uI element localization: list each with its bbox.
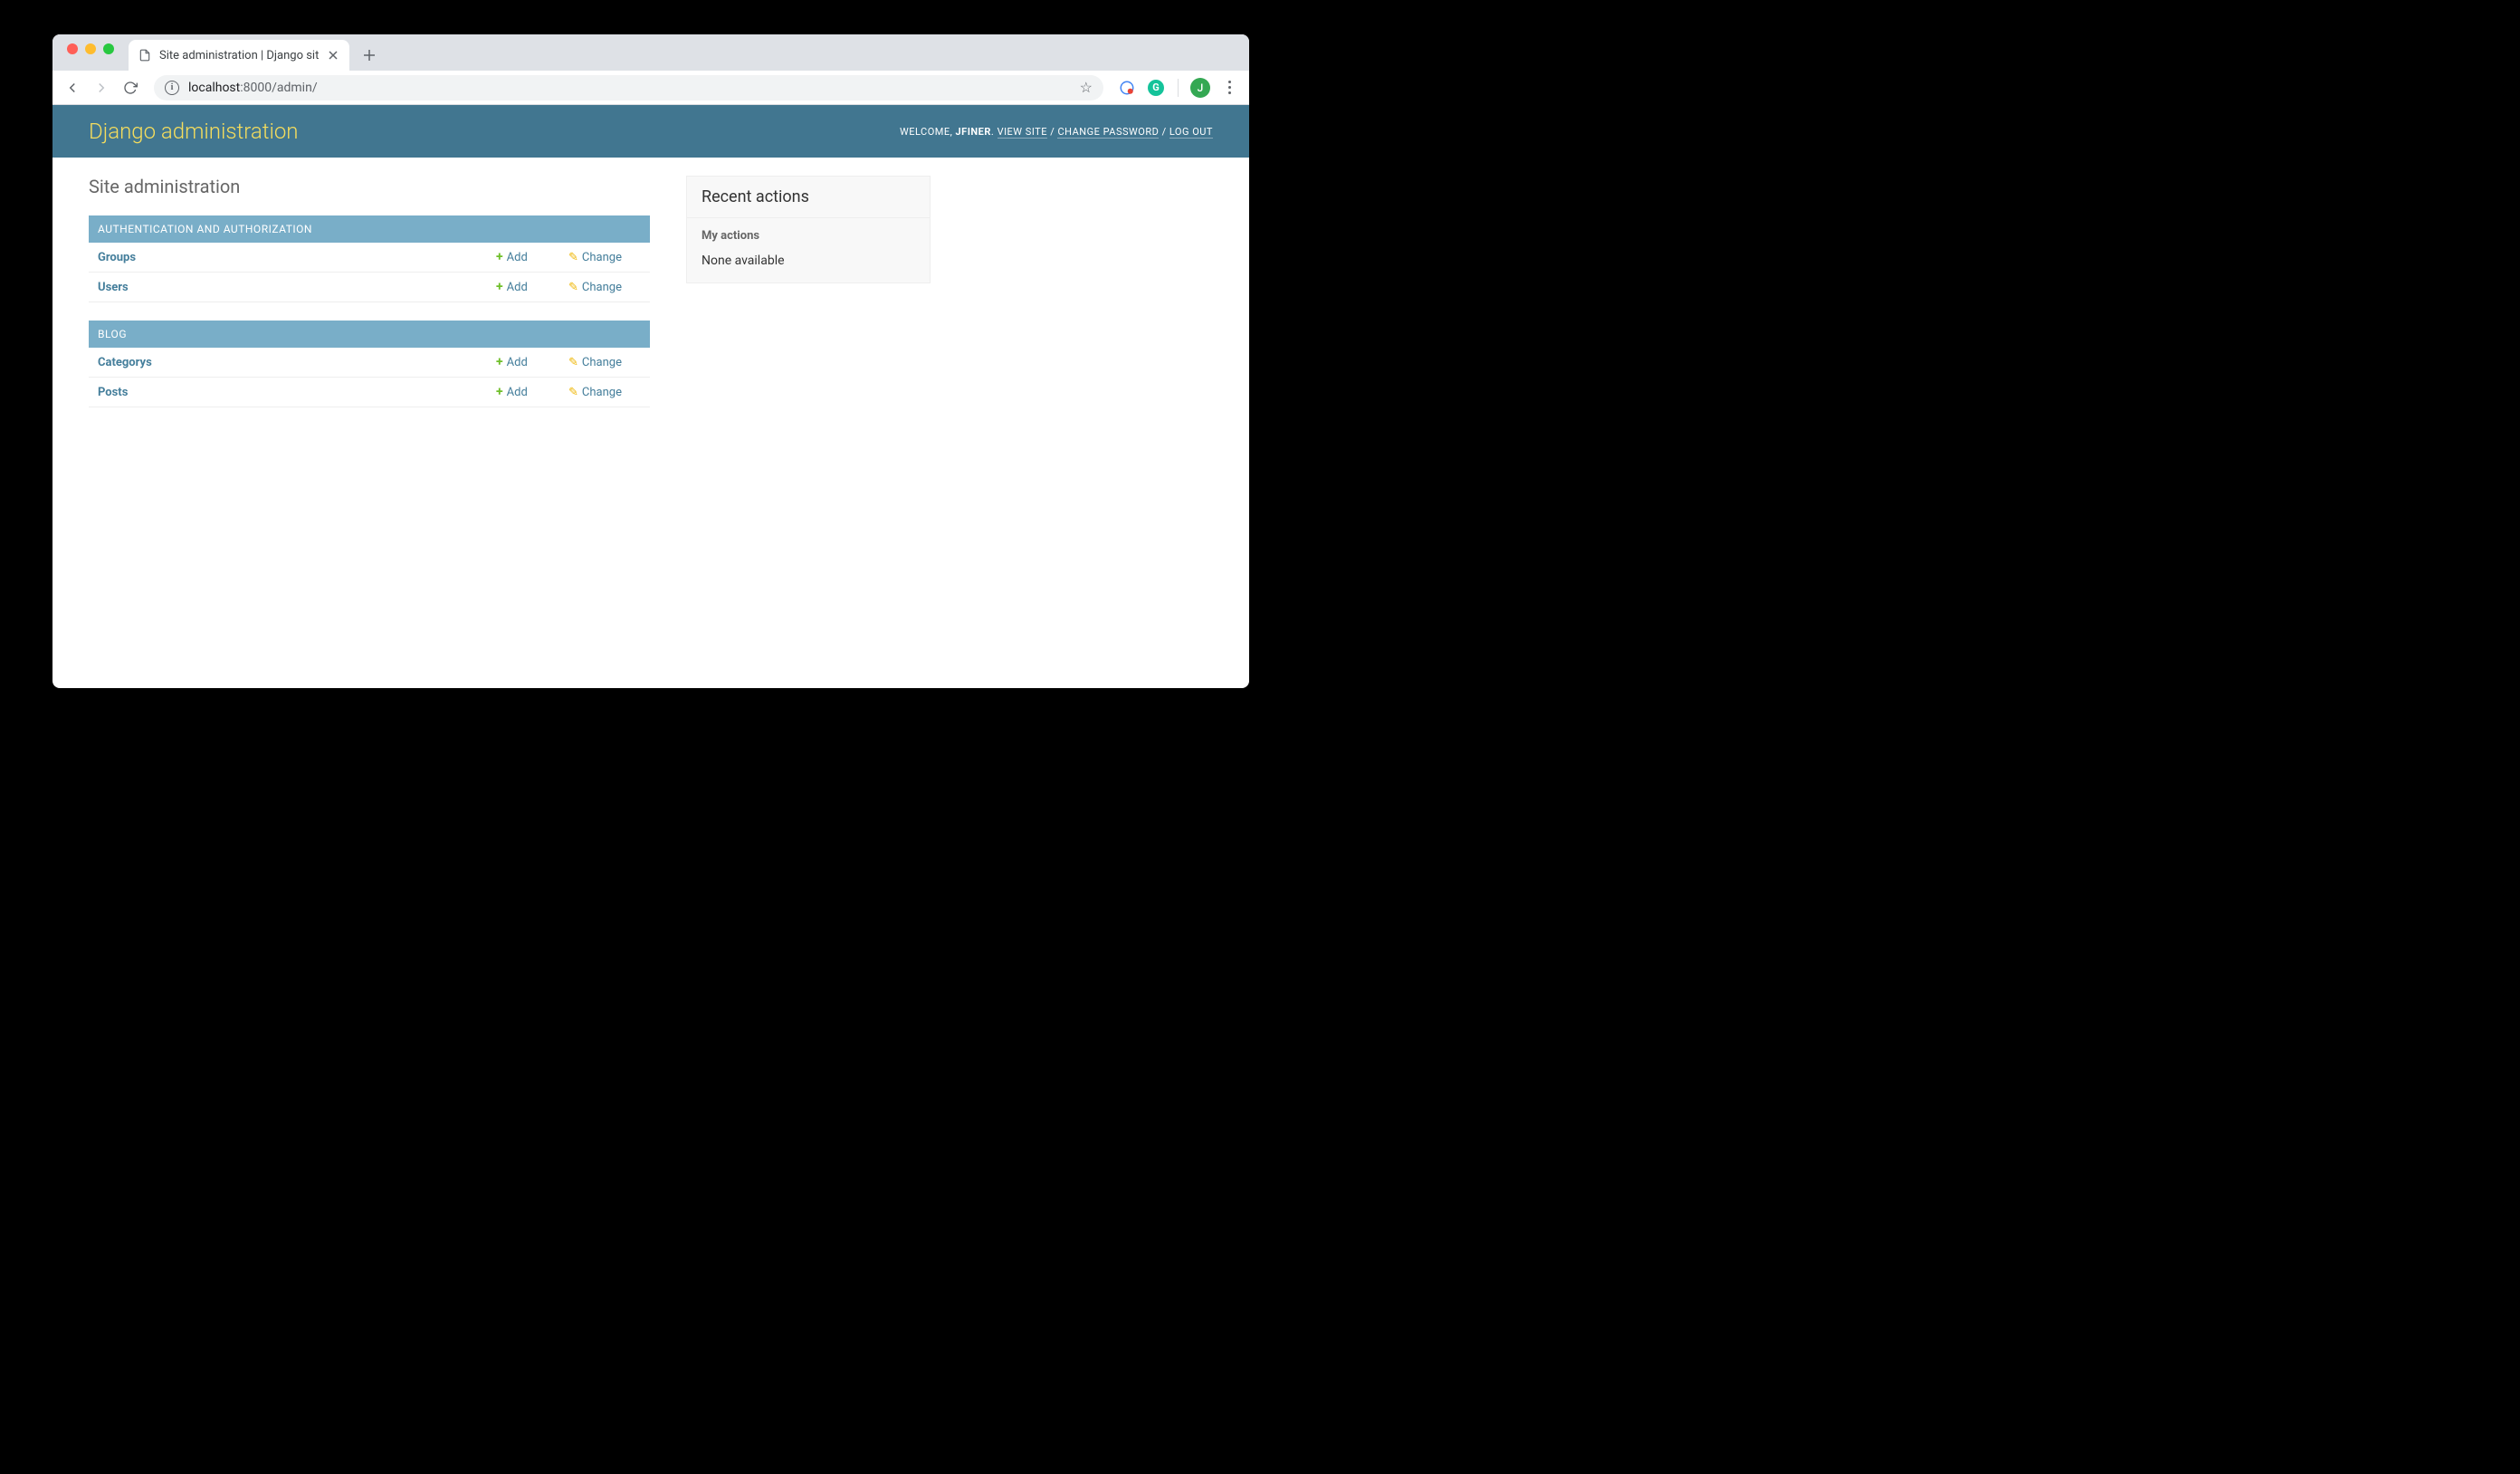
logout-link[interactable]: LOG OUT <box>1169 126 1213 139</box>
extension-icon-2[interactable]: G <box>1145 77 1167 99</box>
bookmark-star-icon[interactable]: ☆ <box>1080 79 1093 96</box>
model-row-users: Users + Add ✎ Change <box>89 273 650 302</box>
browser-toolbar: i localhost:8000/admin/ ☆ G J <box>52 71 1249 105</box>
plus-icon: + <box>496 280 503 294</box>
change-link-posts[interactable]: Change <box>582 386 622 399</box>
recent-actions-none: None available <box>687 248 930 282</box>
welcome-text: WELCOME, <box>900 126 956 138</box>
site-info-icon[interactable]: i <box>165 81 179 95</box>
change-link-users[interactable]: Change <box>582 281 622 294</box>
sidebar-column: Recent actions My actions None available <box>686 176 931 426</box>
tab-title: Site administration | Django sit <box>159 49 319 62</box>
close-tab-button[interactable] <box>326 48 340 62</box>
browser-tab[interactable]: Site administration | Django sit <box>129 40 349 71</box>
model-row-categorys: Categorys + Add ✎ Change <box>89 348 650 378</box>
app-blog: BLOG Categorys + Add ✎ Change Posts + Add ✎… <box>89 321 650 407</box>
plus-icon: + <box>496 355 503 369</box>
back-button[interactable] <box>60 75 85 100</box>
app-caption-auth[interactable]: AUTHENTICATION AND AUTHORIZATION <box>89 215 650 243</box>
change-link-categorys[interactable]: Change <box>582 356 622 369</box>
model-link-posts[interactable]: Posts <box>98 386 128 399</box>
extension-icon-1[interactable] <box>1116 77 1138 99</box>
model-link-categorys[interactable]: Categorys <box>98 356 152 369</box>
main-column: Site administration AUTHENTICATION AND A… <box>89 176 650 426</box>
model-row-groups: Groups + Add ✎ Change <box>89 243 650 273</box>
add-link-categorys[interactable]: Add <box>507 356 528 369</box>
add-link-users[interactable]: Add <box>507 281 528 294</box>
view-site-link[interactable]: VIEW SITE <box>998 126 1047 139</box>
model-link-groups[interactable]: Groups <box>98 251 136 264</box>
username: JFINER <box>956 126 991 138</box>
app-caption-blog[interactable]: BLOG <box>89 321 650 348</box>
pencil-icon: ✎ <box>568 386 578 399</box>
tab-bar: Site administration | Django sit <box>52 34 1249 71</box>
user-tools: WELCOME, JFINER. VIEW SITE / CHANGE PASS… <box>900 126 1213 138</box>
add-link-groups[interactable]: Add <box>507 251 528 264</box>
model-link-users[interactable]: Users <box>98 281 129 294</box>
minimize-window-button[interactable] <box>85 43 96 54</box>
pencil-icon: ✎ <box>568 251 578 264</box>
app-auth: AUTHENTICATION AND AUTHORIZATION Groups … <box>89 215 650 302</box>
recent-actions-subtitle: My actions <box>687 218 930 248</box>
forward-button[interactable] <box>89 75 114 100</box>
pencil-icon: ✎ <box>568 281 578 294</box>
address-bar[interactable]: i localhost:8000/admin/ ☆ <box>154 75 1103 100</box>
change-link-groups[interactable]: Change <box>582 251 622 264</box>
add-link-posts[interactable]: Add <box>507 386 528 399</box>
url-text: localhost:8000/admin/ <box>188 81 318 95</box>
browser-menu-button[interactable] <box>1217 75 1242 100</box>
window-controls <box>63 43 121 62</box>
change-password-link[interactable]: CHANGE PASSWORD <box>1057 126 1159 139</box>
site-title: Django administration <box>89 119 299 144</box>
plus-icon: + <box>496 385 503 399</box>
maximize-window-button[interactable] <box>103 43 114 54</box>
django-header: Django administration WELCOME, JFINER. V… <box>52 105 1249 158</box>
plus-icon: + <box>496 250 503 264</box>
toolbar-divider <box>1178 79 1179 97</box>
browser-window: Site administration | Django sit i local… <box>52 34 1249 688</box>
file-icon <box>138 48 152 62</box>
recent-actions-module: Recent actions My actions None available <box>686 176 931 283</box>
model-row-posts: Posts + Add ✎ Change <box>89 378 650 407</box>
profile-avatar[interactable]: J <box>1189 77 1211 99</box>
pencil-icon: ✎ <box>568 356 578 369</box>
reload-button[interactable] <box>118 75 143 100</box>
close-window-button[interactable] <box>67 43 78 54</box>
new-tab-button[interactable] <box>357 43 382 68</box>
page-heading: Site administration <box>89 176 650 197</box>
content: Site administration AUTHENTICATION AND A… <box>52 158 1249 444</box>
recent-actions-title: Recent actions <box>687 177 930 218</box>
